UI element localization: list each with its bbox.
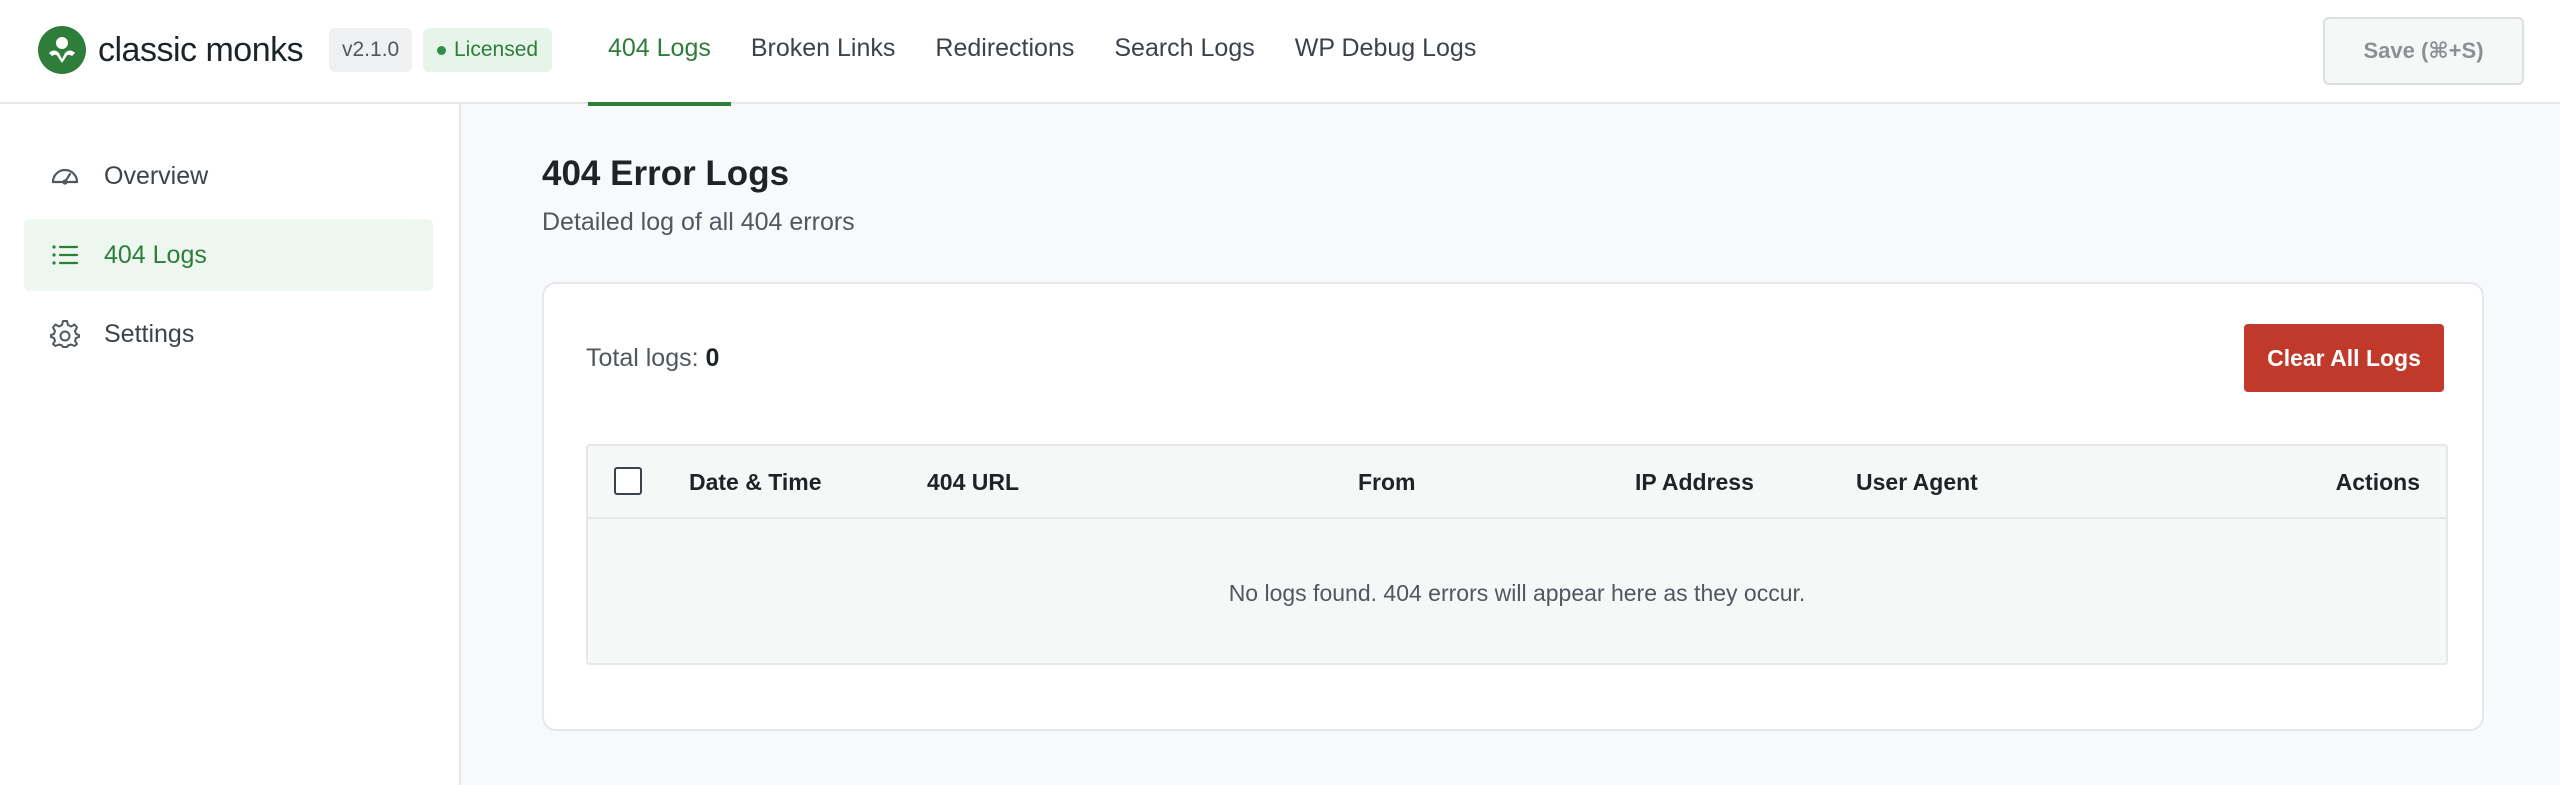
brand-name: classic monks	[98, 30, 304, 69]
column-header-user-agent[interactable]: User Agent	[1856, 446, 1978, 519]
license-status-label: Licensed	[454, 38, 539, 61]
dashboard-gauge-icon	[50, 161, 80, 191]
main-tabs: 404 Logs Broken Links Redirections Searc…	[588, 0, 1497, 106]
sidebar-item-label: Overview	[104, 161, 209, 190]
save-button[interactable]: Save (⌘+S)	[2323, 17, 2524, 85]
sidebar-item-label: 404 Logs	[104, 240, 207, 269]
sidebar-item-settings[interactable]: Settings	[24, 298, 433, 370]
sidebar-item-overview[interactable]: Overview	[24, 140, 433, 212]
logs-card: Total logs: 0 Clear All Logs Date & Time…	[542, 282, 2484, 731]
list-icon	[50, 240, 80, 270]
column-header-ip-address[interactable]: IP Address	[1635, 446, 1754, 519]
table-header: Date & Time 404 URL From IP Address User…	[588, 446, 2446, 519]
gear-icon	[50, 319, 80, 349]
tab-wp-debug-logs[interactable]: WP Debug Logs	[1275, 0, 1497, 104]
total-logs-label: Total logs:	[586, 344, 699, 372]
logs-table: Date & Time 404 URL From IP Address User…	[586, 444, 2448, 665]
select-all-checkbox[interactable]	[614, 467, 642, 495]
page-title: 404 Error Logs	[542, 154, 790, 193]
tab-broken-links[interactable]: Broken Links	[731, 0, 916, 104]
total-logs: Total logs: 0	[586, 344, 719, 373]
column-header-actions: Actions	[2335, 469, 2420, 495]
column-header-404-url[interactable]: 404 URL	[927, 446, 1019, 519]
page-subtitle: Detailed log of all 404 errors	[542, 208, 855, 236]
sidebar-item-label: Settings	[104, 319, 195, 348]
tab-redirections[interactable]: Redirections	[915, 0, 1094, 104]
total-logs-count: 0	[705, 344, 720, 372]
top-header: classic monks v2.1.0 Licensed 404 Logs B…	[0, 0, 2560, 106]
column-header-from[interactable]: From	[1358, 446, 1416, 519]
column-header-date-time[interactable]: Date & Time	[689, 446, 822, 519]
sidebar: Overview 404 Logs Settings	[0, 104, 461, 785]
sidebar-item-404-logs[interactable]: 404 Logs	[24, 219, 433, 291]
brand[interactable]: classic monks	[38, 26, 304, 74]
tab-search-logs[interactable]: Search Logs	[1094, 0, 1274, 104]
clear-all-logs-button[interactable]: Clear All Logs	[2244, 324, 2444, 392]
empty-state-message: No logs found. 404 errors will appear he…	[588, 521, 2446, 663]
version-badge: v2.1.0	[329, 28, 413, 72]
license-status-badge: Licensed	[423, 28, 553, 72]
tab-404-logs[interactable]: 404 Logs	[588, 0, 731, 106]
monk-logo-icon	[38, 26, 86, 74]
status-dot-icon	[437, 45, 446, 55]
